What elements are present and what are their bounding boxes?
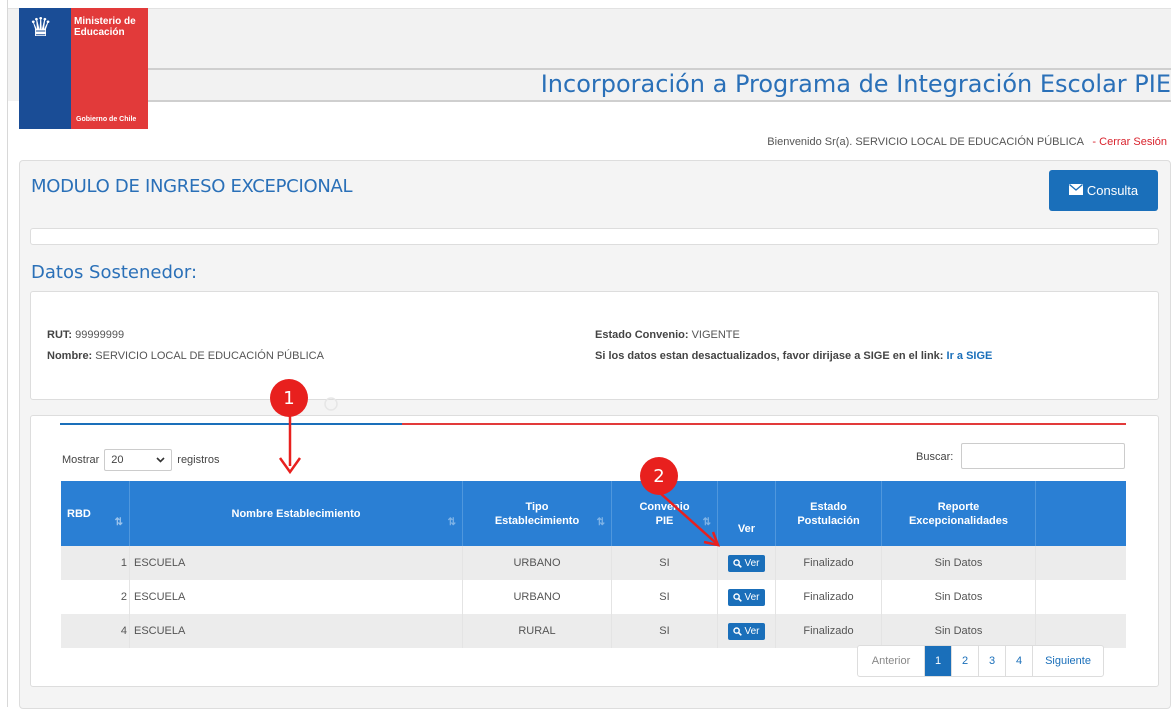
loader-ring (324, 397, 338, 411)
callout-badge-1: 1 (270, 379, 308, 417)
callout-badge-2: 2 (640, 457, 678, 495)
arrow-2 (659, 492, 720, 547)
annotation-arrows (278, 397, 720, 547)
arrow-1 (278, 416, 302, 475)
